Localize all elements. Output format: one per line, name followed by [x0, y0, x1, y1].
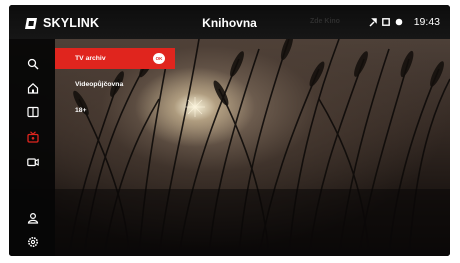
- menu-item-label: Videopůjčovna: [75, 81, 124, 88]
- menu-item-18plus[interactable]: 18+: [55, 100, 175, 121]
- menu-item-label: 18+: [75, 107, 87, 114]
- side-rail: [9, 39, 55, 256]
- video-camera-icon[interactable]: [27, 156, 39, 168]
- menu-item-videopujcovna[interactable]: Videopůjčovna: [55, 74, 175, 95]
- search-icon[interactable]: [27, 58, 39, 70]
- settings-icon[interactable]: [27, 236, 39, 248]
- tv-screen: SKYLINK Knihovna Zde Kino 19:43 TV archi…: [9, 5, 450, 256]
- home-icon[interactable]: [27, 82, 39, 94]
- book-icon[interactable]: [27, 106, 39, 118]
- user-icon[interactable]: [27, 212, 39, 224]
- dot-icon: [395, 18, 403, 26]
- square-icon: [381, 18, 390, 26]
- menu-item-tv-archiv[interactable]: TV archiv OK: [55, 48, 175, 69]
- clock: 19:43: [413, 16, 440, 28]
- menu-item-label: TV archiv: [75, 55, 106, 62]
- status-area: 19:43: [369, 16, 440, 28]
- tool-icon: [369, 17, 377, 27]
- top-bar: SKYLINK Knihovna Zde Kino 19:43: [9, 5, 450, 39]
- tv-red-icon[interactable]: [27, 131, 39, 143]
- faint-channel-badge: Zde Kino: [310, 18, 340, 25]
- library-menu: TV archiv OK Videopůjčovna 18+: [55, 48, 175, 121]
- ok-button-icon: OK: [153, 53, 165, 64]
